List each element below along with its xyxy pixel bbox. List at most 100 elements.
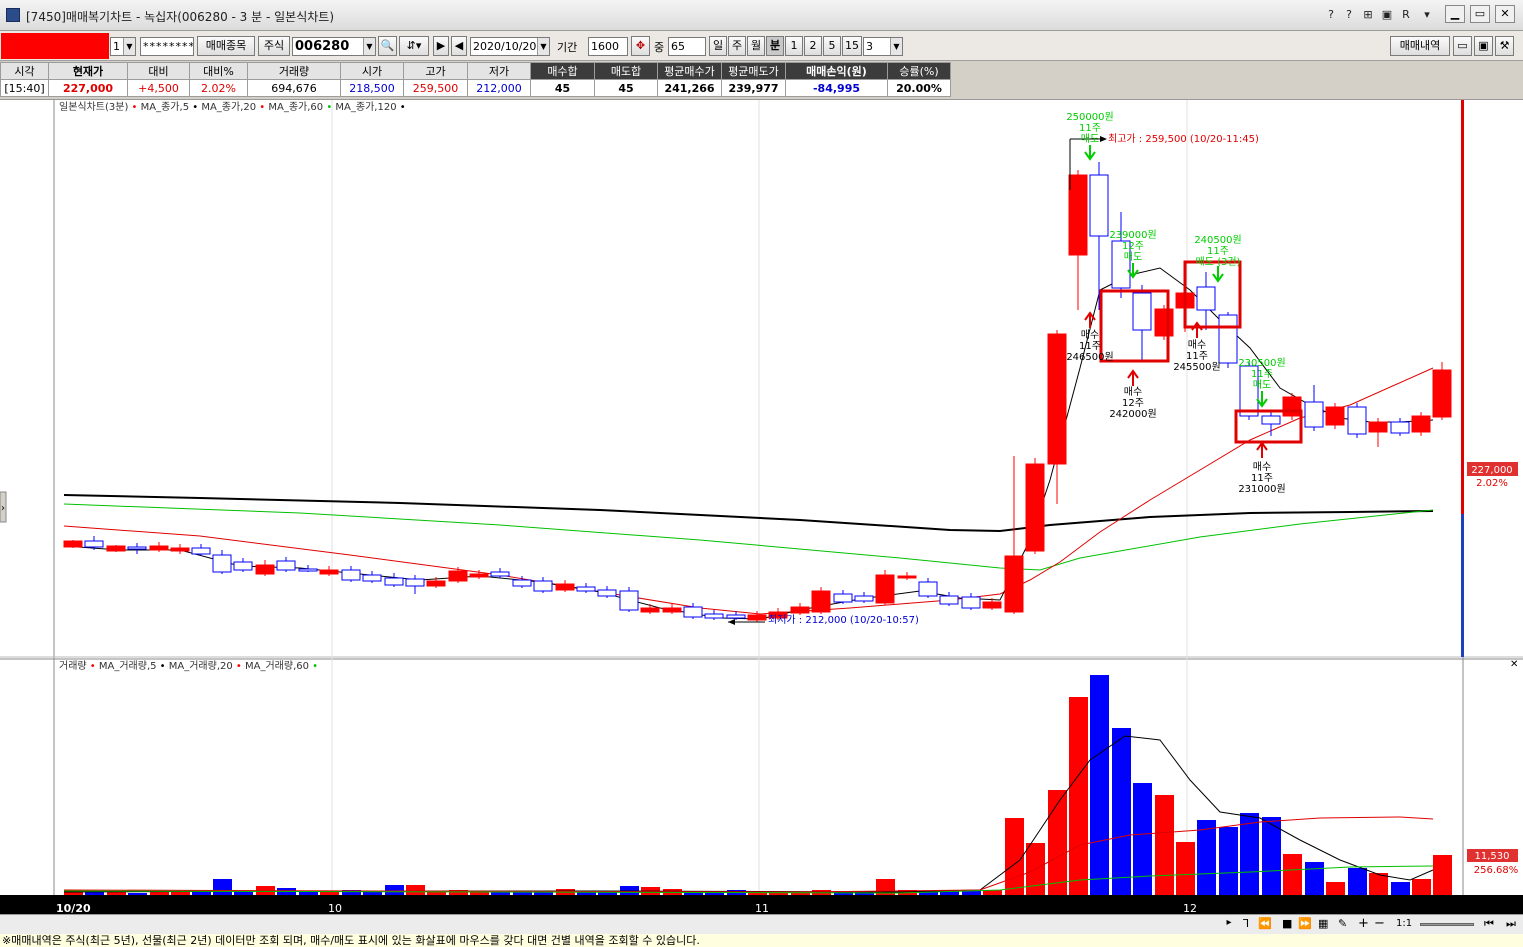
chart-nav-bar: ▸ ⅂ ⏪ ■ ⏩ ▦ ✎ + − 1:1 ⏮ ⏭ xyxy=(0,914,1523,934)
minimize-icon[interactable]: ▁ xyxy=(1445,5,1465,23)
zoom-out-icon[interactable]: − xyxy=(1374,916,1385,931)
period-label: 기간 xyxy=(557,41,578,54)
back-icon[interactable]: ◀ xyxy=(451,36,467,56)
svg-text:240500원: 240500원 xyxy=(1194,234,1241,246)
refresh-icon[interactable]: ▣ xyxy=(1379,7,1395,23)
volume-bar xyxy=(1048,790,1067,895)
menu-icon[interactable]: ▾ xyxy=(1419,7,1435,23)
candle xyxy=(1196,286,1216,311)
r-icon[interactable]: R xyxy=(1398,7,1414,23)
header-cell: 시각 xyxy=(0,62,49,80)
period-input[interactable]: 1600 xyxy=(588,37,628,56)
period-day[interactable]: 일 xyxy=(709,36,727,56)
volume-bar xyxy=(1348,868,1367,895)
pin-icon[interactable]: ? xyxy=(1323,7,1339,23)
volume-bar xyxy=(363,892,382,895)
trade-items-button[interactable]: 매매종목 xyxy=(197,36,255,56)
trade-history-button[interactable]: 매매내역 xyxy=(1390,36,1450,56)
sort-icon[interactable]: ⇵▾ xyxy=(399,36,429,56)
svg-text:매수: 매수 xyxy=(1124,386,1142,398)
zoom-in-icon[interactable]: + xyxy=(1358,916,1369,931)
minute-select[interactable]: 3 ▼ xyxy=(863,37,903,56)
svg-text:11주: 11주 xyxy=(1079,341,1101,352)
save-icon[interactable]: ▣ xyxy=(1474,36,1493,56)
svg-text:매수: 매수 xyxy=(1188,339,1206,351)
last-icon[interactable]: ⏭ xyxy=(1506,917,1516,931)
grid-icon[interactable]: ▦ xyxy=(1318,917,1328,930)
candle xyxy=(341,569,361,581)
volume-bar xyxy=(107,892,126,895)
candle xyxy=(426,580,446,587)
close-icon[interactable]: ✕ xyxy=(1495,5,1515,23)
minute-1[interactable]: 1 xyxy=(785,36,803,56)
play-icon[interactable]: ▶ xyxy=(433,36,449,56)
rewind-icon[interactable]: ⏪ xyxy=(1258,917,1272,930)
account-select[interactable]: 1 ▼ xyxy=(110,37,136,56)
summary-value-row: [15:40] 227,000 +4,500 2.02% 694,676 218… xyxy=(0,79,951,97)
candle xyxy=(362,574,382,582)
stock-code-input[interactable]: 006280 ▼ xyxy=(292,37,376,56)
wrench-icon[interactable]: ⚒ xyxy=(1495,36,1514,56)
header-cell: 매매손익(원) xyxy=(785,62,888,80)
svg-text:12주: 12주 xyxy=(1122,241,1144,252)
candle xyxy=(555,583,575,591)
market-type-button[interactable]: 주식 xyxy=(258,36,290,56)
current-price-tag: 227,000 xyxy=(1471,465,1512,476)
volume-bar xyxy=(1133,783,1152,895)
candle xyxy=(233,561,253,571)
minute-2[interactable]: 2 xyxy=(804,36,822,56)
volume-bar xyxy=(1197,820,1216,895)
fast-forward-icon[interactable]: ⏩ xyxy=(1298,917,1312,930)
candle xyxy=(1304,401,1324,428)
volume-bar xyxy=(1155,795,1174,895)
volume-bar xyxy=(128,893,147,895)
candle xyxy=(448,570,468,582)
folder-icon[interactable]: ▭ xyxy=(1453,36,1472,56)
svg-text:231000원: 231000원 xyxy=(1238,483,1285,495)
minute-15[interactable]: 15 xyxy=(842,36,862,56)
volume-bar xyxy=(1090,675,1109,895)
stop-icon[interactable]: ■ xyxy=(1282,917,1292,930)
cross-icon[interactable]: ✥ xyxy=(631,36,650,56)
price-legend: 일본식차트(3분) • MA_종가,5 • MA_종가,20 • MA_종가,6… xyxy=(59,101,406,113)
status-bar: ※매매내역은 주식(최근 5년), 선물(최근 2년) 데이터만 조회 되며, … xyxy=(0,934,1523,947)
candle xyxy=(63,540,83,548)
candle xyxy=(490,571,510,577)
candle xyxy=(939,595,959,605)
scroll-slider[interactable] xyxy=(1420,923,1474,926)
period-week[interactable]: 주 xyxy=(728,36,746,56)
chevron-down-icon: ▼ xyxy=(123,38,135,55)
count-input[interactable]: 65 xyxy=(668,37,706,56)
candle xyxy=(405,578,425,587)
header-cell: 현재가 xyxy=(48,62,128,80)
help-icon[interactable]: ? xyxy=(1341,7,1357,23)
minute-5[interactable]: 5 xyxy=(823,36,841,56)
period-month[interactable]: 월 xyxy=(747,36,765,56)
chart-area[interactable]: › 10/20 10 11 12 일본식차트(3분) • MA_종가,5 • M… xyxy=(0,99,1523,915)
zoom-tool-icon[interactable]: ⅂ xyxy=(1243,917,1249,930)
svg-text:11주: 11주 xyxy=(1251,473,1273,484)
volume-bar xyxy=(1112,728,1131,895)
first-icon[interactable]: ⏮ xyxy=(1484,917,1494,931)
layout-icon[interactable]: ⊞ xyxy=(1360,7,1376,23)
candle xyxy=(1089,174,1109,237)
candle xyxy=(149,545,169,551)
period-minute[interactable]: 분 xyxy=(766,36,784,56)
draw-icon[interactable]: ✎ xyxy=(1338,917,1347,930)
candle xyxy=(276,560,296,571)
maximize-icon[interactable]: ▭ xyxy=(1470,5,1490,23)
search-icon[interactable]: 🔍 xyxy=(378,36,397,56)
redacted-account-block xyxy=(1,33,109,59)
avg-buy-value: 241,266 xyxy=(657,79,722,97)
ratio-label[interactable]: 1:1 xyxy=(1396,918,1412,929)
volume-bar xyxy=(192,892,211,895)
header-cell: 매수합 xyxy=(530,62,595,80)
candle xyxy=(1261,415,1281,425)
nav-right-icon[interactable]: ▸ xyxy=(1222,917,1236,932)
close-panel-icon[interactable]: ✕ xyxy=(1510,659,1518,670)
date-input[interactable]: 2020/10/20 ▼ xyxy=(470,37,550,56)
candle xyxy=(84,540,104,548)
candlestick-chart[interactable]: › 10/20 10 11 12 일본식차트(3분) • MA_종가,5 • M… xyxy=(0,100,1523,915)
svg-text:242000원: 242000원 xyxy=(1109,408,1156,420)
password-field[interactable]: ******** xyxy=(140,37,194,56)
